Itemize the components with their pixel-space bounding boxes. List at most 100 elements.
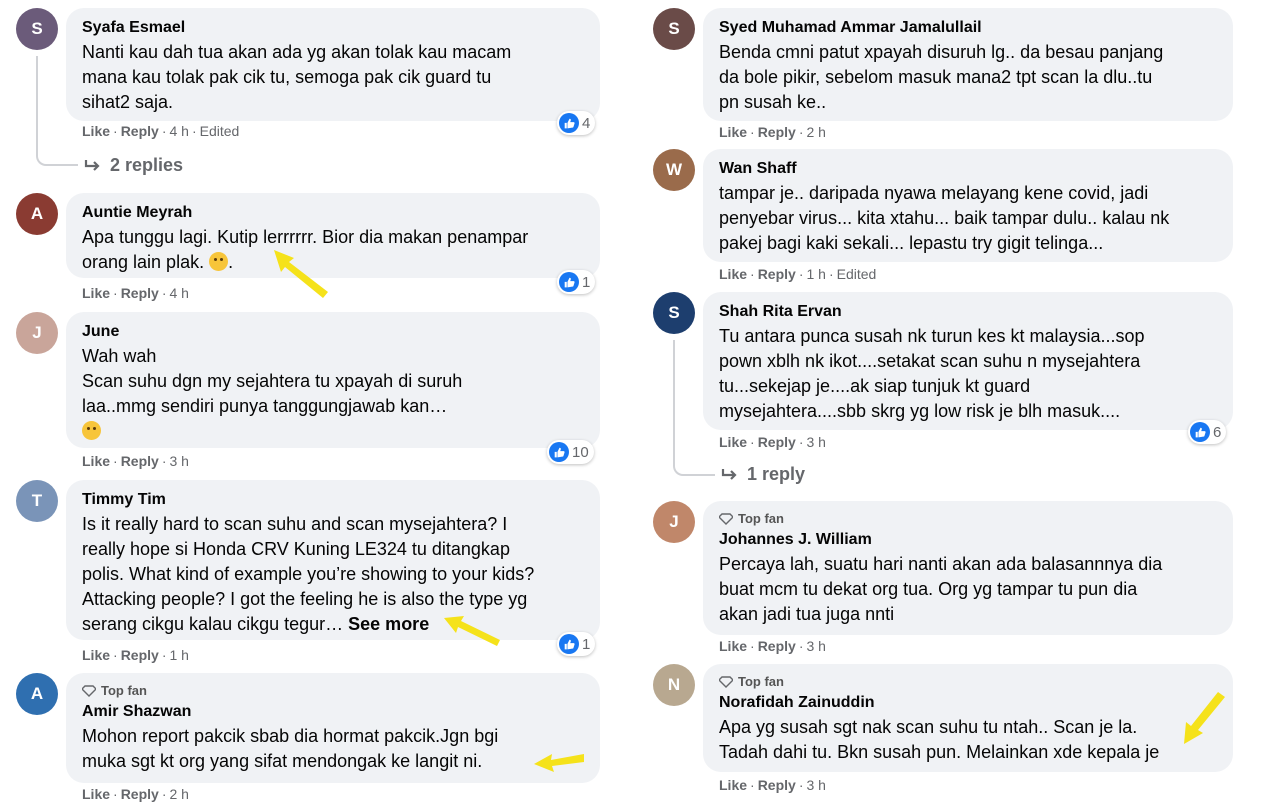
reply-link[interactable]: Reply <box>758 124 796 140</box>
timestamp[interactable]: 3 h <box>806 434 825 450</box>
comment-text: Benda cmni patut xpayah disuruh lg.. da … <box>719 42 1164 112</box>
comment-bubble: Auntie Meyrah Apa tunggu lagi. Kutip ler… <box>66 193 600 278</box>
avatar[interactable]: N <box>653 664 695 706</box>
avatar[interactable]: S <box>16 8 58 50</box>
reply-link[interactable]: Reply <box>121 453 159 469</box>
like-link[interactable]: Like <box>82 647 110 663</box>
comment-actions: Like · Reply · 4 h · Edited <box>82 123 240 139</box>
comment-bubble: Top fan Norafidah Zainuddin Apa yg susah… <box>703 664 1233 772</box>
avatar[interactable]: A <box>16 673 58 715</box>
like-link[interactable]: Like <box>719 777 747 793</box>
comment-bubble: Shah Rita Ervan Tu antara punca susah nk… <box>703 292 1233 430</box>
like-link[interactable]: Like <box>82 285 110 301</box>
like-count: 1 <box>582 635 591 653</box>
comment-author[interactable]: Syafa Esmael <box>82 18 584 38</box>
reply-link[interactable]: Reply <box>121 123 159 139</box>
like-link[interactable]: Like <box>82 123 110 139</box>
reply-link[interactable]: Reply <box>758 638 796 654</box>
top-fan-badge: Top fan <box>719 511 1217 527</box>
timestamp[interactable]: 1 h <box>806 266 825 282</box>
reply-link[interactable]: Reply <box>758 434 796 450</box>
avatar[interactable]: J <box>16 312 58 354</box>
avatar[interactable]: S <box>653 8 695 50</box>
comment-author[interactable]: Auntie Meyrah <box>82 203 584 223</box>
comment-text: Mohon report pakcik sbab dia hormat pakc… <box>82 726 499 771</box>
reply-link[interactable]: Reply <box>121 647 159 663</box>
annotation-arrow <box>274 250 328 298</box>
comment-bubble: Syafa Esmael Nanti kau dah tua akan ada … <box>66 8 600 121</box>
avatar[interactable]: S <box>653 292 695 334</box>
timestamp[interactable]: 3 h <box>806 638 825 654</box>
like-link[interactable]: Like <box>719 638 747 654</box>
comment-text: tampar je.. daripada nyawa melayang kene… <box>719 183 1170 253</box>
timestamp[interactable]: 4 h <box>169 285 188 301</box>
comment-text: Wah wah Scan suhu dgn my sejahtera tu xp… <box>82 346 463 416</box>
comment-bubble: Syed Muhamad Ammar Jamalullail Benda cmn… <box>703 8 1233 121</box>
replies-count: 1 reply <box>747 464 806 484</box>
comment-author[interactable]: Norafidah Zainuddin <box>719 693 1217 713</box>
comment-author[interactable]: Timmy Tim <box>82 490 584 510</box>
comment-actions: Like · Reply · 1 h · Edited <box>719 266 877 282</box>
thread-line <box>673 340 715 476</box>
annotation-arrow <box>1184 692 1225 744</box>
comment-author[interactable]: Wan Shaff <box>719 159 1217 179</box>
comment-author[interactable]: Shah Rita Ervan <box>719 302 1217 322</box>
like-reaction-icon <box>1190 422 1210 442</box>
comment-bubble: June Wah wah Scan suhu dgn my sejahtera … <box>66 312 600 448</box>
comment-author[interactable]: Syed Muhamad Ammar Jamalullail <box>719 18 1217 38</box>
reply-arrow-icon <box>721 468 737 480</box>
comment-bubble: Timmy Tim Is it really hard to scan suhu… <box>66 480 600 640</box>
comment-actions: Like · Reply · 3 h <box>719 638 826 654</box>
reply-link[interactable]: Reply <box>758 266 796 282</box>
comment-author[interactable]: Johannes J. William <box>719 530 1217 550</box>
diamond-icon <box>719 676 733 688</box>
reaction-count[interactable]: 1 <box>557 270 596 294</box>
like-count: 1 <box>582 273 591 291</box>
rolling-eyes-emoji-icon <box>82 421 101 440</box>
comment-bubble: Wan Shaff tampar je.. daripada nyawa mel… <box>703 149 1233 262</box>
comment-actions: Like · Reply · 4 h <box>82 285 189 301</box>
avatar[interactable]: T <box>16 480 58 522</box>
timestamp[interactable]: 3 h <box>806 777 825 793</box>
like-link[interactable]: Like <box>719 434 747 450</box>
like-link[interactable]: Like <box>719 124 747 140</box>
reaction-count[interactable]: 4 <box>557 111 596 135</box>
timestamp[interactable]: 3 h <box>169 453 188 469</box>
comment-text: Nanti kau dah tua akan ada yg akan tolak… <box>82 42 512 112</box>
reply-link[interactable]: Reply <box>121 285 159 301</box>
view-replies-link[interactable]: 1 reply <box>721 464 805 485</box>
like-count: 6 <box>1213 423 1222 441</box>
reaction-count[interactable]: 10 <box>547 440 594 464</box>
avatar[interactable]: W <box>653 149 695 191</box>
comment-text: Tu antara punca susah nk turun kes kt ma… <box>719 326 1145 421</box>
like-link[interactable]: Like <box>719 266 747 282</box>
comment-text: Percaya lah, suatu hari nanti akan ada b… <box>719 554 1163 624</box>
top-fan-badge: Top fan <box>719 674 1217 690</box>
view-replies-link[interactable]: 2 replies <box>84 155 183 176</box>
comment-author[interactable]: June <box>82 322 584 342</box>
comment-actions: Like · Reply · 3 h <box>719 434 826 450</box>
timestamp[interactable]: 4 h <box>169 123 188 139</box>
edited-label: Edited <box>199 123 240 139</box>
like-reaction-icon <box>559 113 579 133</box>
annotation-arrow <box>444 616 500 646</box>
see-more-link[interactable]: See more <box>348 614 429 634</box>
reply-link[interactable]: Reply <box>758 777 796 793</box>
reply-arrow-icon <box>84 159 100 171</box>
avatar[interactable]: J <box>653 501 695 543</box>
thread-line <box>36 56 78 166</box>
reaction-count[interactable]: 6 <box>1188 420 1227 444</box>
comment-actions: Like · Reply · 1 h <box>82 647 189 663</box>
comment-actions: Like · Reply · 2 h <box>719 124 826 140</box>
like-count: 4 <box>582 114 591 132</box>
reaction-count[interactable]: 1 <box>557 632 596 656</box>
like-reaction-icon <box>559 634 579 654</box>
annotation-arrow <box>534 754 584 772</box>
comment-author[interactable]: Amir Shazwan <box>82 702 584 722</box>
like-reaction-icon <box>549 442 569 462</box>
avatar[interactable]: A <box>16 193 58 235</box>
like-link[interactable]: Like <box>82 453 110 469</box>
comment-bubble: Top fan Amir Shazwan Mohon report pakcik… <box>66 673 600 783</box>
timestamp[interactable]: 2 h <box>806 124 825 140</box>
timestamp[interactable]: 1 h <box>169 647 188 663</box>
